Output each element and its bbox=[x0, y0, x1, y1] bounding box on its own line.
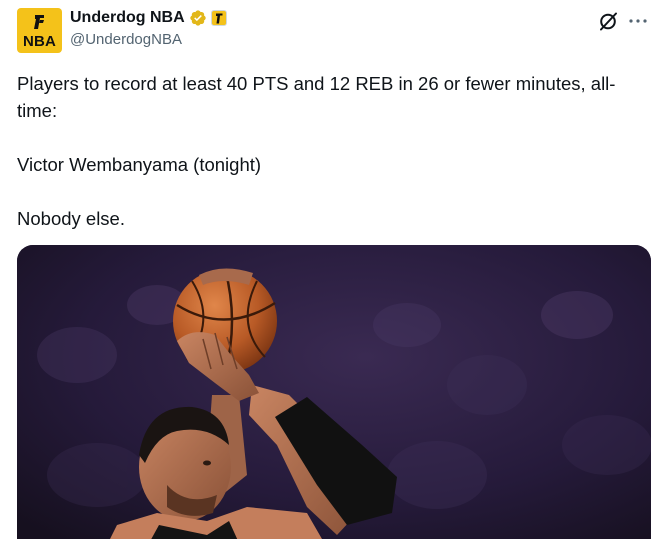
tweet-text-line: Players to record at least 40 PTS and 12… bbox=[17, 73, 616, 121]
underdog-logo-icon bbox=[34, 15, 44, 29]
tweet-text: Players to record at least 40 PTS and 12… bbox=[17, 70, 645, 232]
avatar[interactable]: NBA bbox=[17, 8, 62, 53]
verified-badge-icon[interactable] bbox=[189, 9, 207, 27]
display-name[interactable]: Underdog NBA bbox=[70, 9, 185, 27]
more-icon[interactable] bbox=[627, 10, 649, 32]
name-row: Underdog NBA bbox=[70, 8, 227, 28]
tweet-text-line: Nobody else. bbox=[17, 208, 125, 229]
tweet-media-photo[interactable] bbox=[17, 245, 651, 539]
tweet-header: Underdog NBA @UnderdogNBA bbox=[70, 8, 227, 48]
player-photo bbox=[17, 245, 651, 539]
underdog-affiliate-icon[interactable] bbox=[210, 10, 227, 26]
grok-icon[interactable] bbox=[597, 10, 619, 32]
tweet-card: NBA Underdog NBA @UnderdogNBA Players to… bbox=[0, 0, 660, 539]
tweet-text-line: Victor Wembanyama (tonight) bbox=[17, 154, 262, 175]
user-handle[interactable]: @UnderdogNBA bbox=[70, 31, 227, 48]
avatar-label: NBA bbox=[22, 33, 57, 50]
